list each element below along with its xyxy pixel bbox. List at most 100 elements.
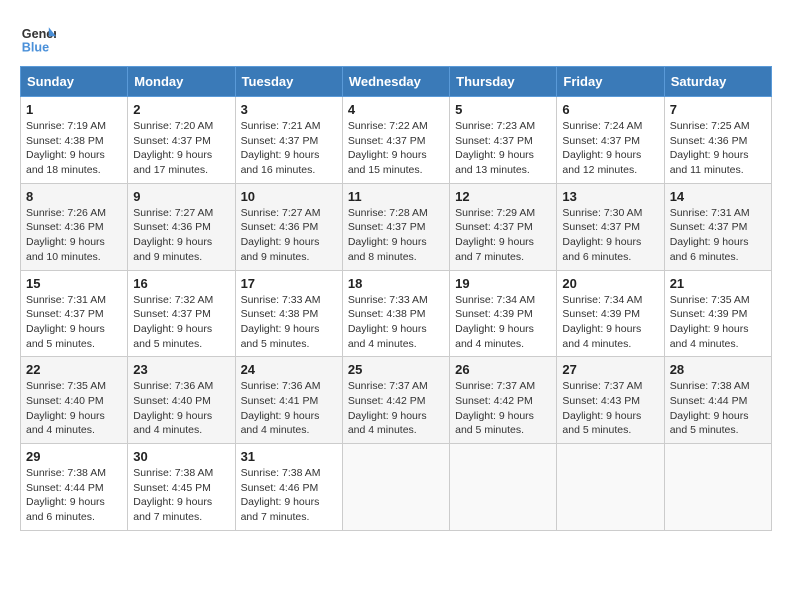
calendar-table: SundayMondayTuesdayWednesdayThursdayFrid… bbox=[20, 66, 772, 531]
day-number: 14 bbox=[670, 189, 766, 204]
day-info: Sunrise: 7:35 AM Sunset: 4:39 PM Dayligh… bbox=[670, 293, 766, 352]
calendar-cell: 7 Sunrise: 7:25 AM Sunset: 4:36 PM Dayli… bbox=[664, 97, 771, 184]
calendar-cell: 15 Sunrise: 7:31 AM Sunset: 4:37 PM Dayl… bbox=[21, 270, 128, 357]
calendar-week-row: 22 Sunrise: 7:35 AM Sunset: 4:40 PM Dayl… bbox=[21, 357, 772, 444]
day-info: Sunrise: 7:37 AM Sunset: 4:42 PM Dayligh… bbox=[455, 379, 551, 438]
calendar-cell: 27 Sunrise: 7:37 AM Sunset: 4:43 PM Dayl… bbox=[557, 357, 664, 444]
day-number: 10 bbox=[241, 189, 337, 204]
weekday-header-tuesday: Tuesday bbox=[235, 67, 342, 97]
day-info: Sunrise: 7:32 AM Sunset: 4:37 PM Dayligh… bbox=[133, 293, 229, 352]
calendar-cell: 2 Sunrise: 7:20 AM Sunset: 4:37 PM Dayli… bbox=[128, 97, 235, 184]
weekday-header-monday: Monday bbox=[128, 67, 235, 97]
day-info: Sunrise: 7:35 AM Sunset: 4:40 PM Dayligh… bbox=[26, 379, 122, 438]
logo-icon: General Blue bbox=[20, 20, 56, 56]
day-number: 25 bbox=[348, 362, 444, 377]
day-number: 23 bbox=[133, 362, 229, 377]
day-number: 1 bbox=[26, 102, 122, 117]
day-info: Sunrise: 7:33 AM Sunset: 4:38 PM Dayligh… bbox=[241, 293, 337, 352]
day-info: Sunrise: 7:27 AM Sunset: 4:36 PM Dayligh… bbox=[241, 206, 337, 265]
calendar-cell bbox=[342, 444, 449, 531]
calendar-cell: 10 Sunrise: 7:27 AM Sunset: 4:36 PM Dayl… bbox=[235, 183, 342, 270]
day-number: 8 bbox=[26, 189, 122, 204]
calendar-cell: 12 Sunrise: 7:29 AM Sunset: 4:37 PM Dayl… bbox=[450, 183, 557, 270]
day-info: Sunrise: 7:38 AM Sunset: 4:45 PM Dayligh… bbox=[133, 466, 229, 525]
calendar-cell: 24 Sunrise: 7:36 AM Sunset: 4:41 PM Dayl… bbox=[235, 357, 342, 444]
calendar-cell bbox=[557, 444, 664, 531]
day-number: 19 bbox=[455, 276, 551, 291]
logo: General Blue bbox=[20, 20, 60, 56]
weekday-header-row: SundayMondayTuesdayWednesdayThursdayFrid… bbox=[21, 67, 772, 97]
day-number: 30 bbox=[133, 449, 229, 464]
day-number: 24 bbox=[241, 362, 337, 377]
page-header: General Blue bbox=[20, 20, 772, 56]
day-info: Sunrise: 7:23 AM Sunset: 4:37 PM Dayligh… bbox=[455, 119, 551, 178]
day-info: Sunrise: 7:19 AM Sunset: 4:38 PM Dayligh… bbox=[26, 119, 122, 178]
day-info: Sunrise: 7:27 AM Sunset: 4:36 PM Dayligh… bbox=[133, 206, 229, 265]
calendar-cell: 4 Sunrise: 7:22 AM Sunset: 4:37 PM Dayli… bbox=[342, 97, 449, 184]
calendar-cell: 19 Sunrise: 7:34 AM Sunset: 4:39 PM Dayl… bbox=[450, 270, 557, 357]
day-number: 12 bbox=[455, 189, 551, 204]
calendar-cell: 18 Sunrise: 7:33 AM Sunset: 4:38 PM Dayl… bbox=[342, 270, 449, 357]
day-number: 15 bbox=[26, 276, 122, 291]
calendar-cell: 21 Sunrise: 7:35 AM Sunset: 4:39 PM Dayl… bbox=[664, 270, 771, 357]
day-info: Sunrise: 7:31 AM Sunset: 4:37 PM Dayligh… bbox=[26, 293, 122, 352]
calendar-cell: 3 Sunrise: 7:21 AM Sunset: 4:37 PM Dayli… bbox=[235, 97, 342, 184]
calendar-cell: 26 Sunrise: 7:37 AM Sunset: 4:42 PM Dayl… bbox=[450, 357, 557, 444]
day-number: 17 bbox=[241, 276, 337, 291]
day-number: 29 bbox=[26, 449, 122, 464]
calendar-cell: 20 Sunrise: 7:34 AM Sunset: 4:39 PM Dayl… bbox=[557, 270, 664, 357]
calendar-cell: 1 Sunrise: 7:19 AM Sunset: 4:38 PM Dayli… bbox=[21, 97, 128, 184]
day-info: Sunrise: 7:24 AM Sunset: 4:37 PM Dayligh… bbox=[562, 119, 658, 178]
calendar-cell: 14 Sunrise: 7:31 AM Sunset: 4:37 PM Dayl… bbox=[664, 183, 771, 270]
day-number: 6 bbox=[562, 102, 658, 117]
day-info: Sunrise: 7:20 AM Sunset: 4:37 PM Dayligh… bbox=[133, 119, 229, 178]
day-info: Sunrise: 7:37 AM Sunset: 4:43 PM Dayligh… bbox=[562, 379, 658, 438]
weekday-header-friday: Friday bbox=[557, 67, 664, 97]
day-number: 13 bbox=[562, 189, 658, 204]
day-info: Sunrise: 7:22 AM Sunset: 4:37 PM Dayligh… bbox=[348, 119, 444, 178]
day-number: 2 bbox=[133, 102, 229, 117]
calendar-cell: 25 Sunrise: 7:37 AM Sunset: 4:42 PM Dayl… bbox=[342, 357, 449, 444]
day-number: 4 bbox=[348, 102, 444, 117]
calendar-cell: 11 Sunrise: 7:28 AM Sunset: 4:37 PM Dayl… bbox=[342, 183, 449, 270]
day-info: Sunrise: 7:25 AM Sunset: 4:36 PM Dayligh… bbox=[670, 119, 766, 178]
day-info: Sunrise: 7:21 AM Sunset: 4:37 PM Dayligh… bbox=[241, 119, 337, 178]
calendar-cell: 17 Sunrise: 7:33 AM Sunset: 4:38 PM Dayl… bbox=[235, 270, 342, 357]
calendar-cell bbox=[664, 444, 771, 531]
day-number: 9 bbox=[133, 189, 229, 204]
day-number: 27 bbox=[562, 362, 658, 377]
day-number: 3 bbox=[241, 102, 337, 117]
calendar-cell: 9 Sunrise: 7:27 AM Sunset: 4:36 PM Dayli… bbox=[128, 183, 235, 270]
day-info: Sunrise: 7:31 AM Sunset: 4:37 PM Dayligh… bbox=[670, 206, 766, 265]
day-number: 31 bbox=[241, 449, 337, 464]
day-number: 16 bbox=[133, 276, 229, 291]
day-info: Sunrise: 7:29 AM Sunset: 4:37 PM Dayligh… bbox=[455, 206, 551, 265]
calendar-week-row: 15 Sunrise: 7:31 AM Sunset: 4:37 PM Dayl… bbox=[21, 270, 772, 357]
day-info: Sunrise: 7:36 AM Sunset: 4:40 PM Dayligh… bbox=[133, 379, 229, 438]
weekday-header-wednesday: Wednesday bbox=[342, 67, 449, 97]
day-number: 20 bbox=[562, 276, 658, 291]
day-info: Sunrise: 7:30 AM Sunset: 4:37 PM Dayligh… bbox=[562, 206, 658, 265]
day-number: 7 bbox=[670, 102, 766, 117]
day-info: Sunrise: 7:36 AM Sunset: 4:41 PM Dayligh… bbox=[241, 379, 337, 438]
day-info: Sunrise: 7:34 AM Sunset: 4:39 PM Dayligh… bbox=[562, 293, 658, 352]
day-number: 21 bbox=[670, 276, 766, 291]
day-number: 5 bbox=[455, 102, 551, 117]
calendar-cell: 23 Sunrise: 7:36 AM Sunset: 4:40 PM Dayl… bbox=[128, 357, 235, 444]
day-info: Sunrise: 7:34 AM Sunset: 4:39 PM Dayligh… bbox=[455, 293, 551, 352]
day-info: Sunrise: 7:26 AM Sunset: 4:36 PM Dayligh… bbox=[26, 206, 122, 265]
day-info: Sunrise: 7:38 AM Sunset: 4:44 PM Dayligh… bbox=[670, 379, 766, 438]
calendar-cell: 16 Sunrise: 7:32 AM Sunset: 4:37 PM Dayl… bbox=[128, 270, 235, 357]
day-info: Sunrise: 7:28 AM Sunset: 4:37 PM Dayligh… bbox=[348, 206, 444, 265]
day-info: Sunrise: 7:38 AM Sunset: 4:44 PM Dayligh… bbox=[26, 466, 122, 525]
svg-text:Blue: Blue bbox=[22, 41, 49, 55]
calendar-cell: 31 Sunrise: 7:38 AM Sunset: 4:46 PM Dayl… bbox=[235, 444, 342, 531]
calendar-cell: 28 Sunrise: 7:38 AM Sunset: 4:44 PM Dayl… bbox=[664, 357, 771, 444]
day-number: 18 bbox=[348, 276, 444, 291]
calendar-week-row: 1 Sunrise: 7:19 AM Sunset: 4:38 PM Dayli… bbox=[21, 97, 772, 184]
day-number: 28 bbox=[670, 362, 766, 377]
weekday-header-sunday: Sunday bbox=[21, 67, 128, 97]
day-info: Sunrise: 7:37 AM Sunset: 4:42 PM Dayligh… bbox=[348, 379, 444, 438]
day-info: Sunrise: 7:38 AM Sunset: 4:46 PM Dayligh… bbox=[241, 466, 337, 525]
day-number: 26 bbox=[455, 362, 551, 377]
